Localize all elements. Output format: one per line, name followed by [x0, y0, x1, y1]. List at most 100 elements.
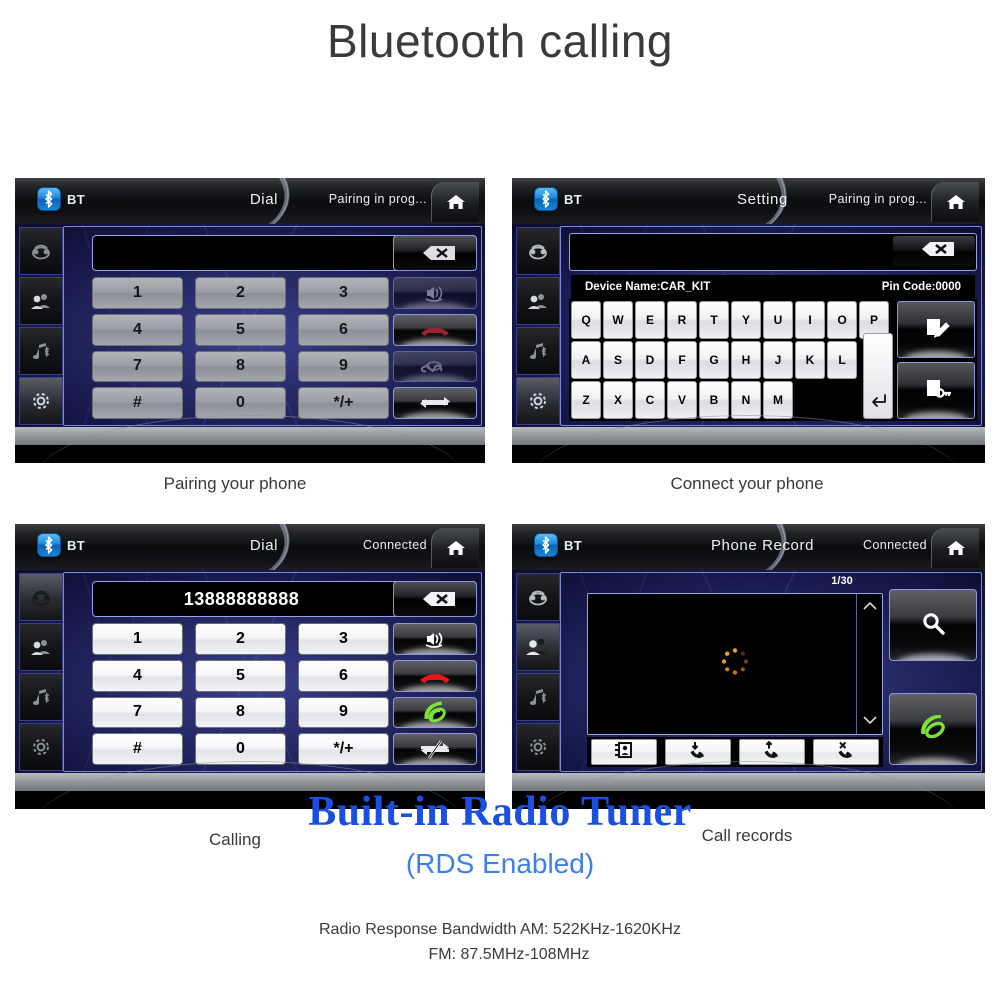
backspace-button[interactable] [893, 236, 975, 266]
kb-key[interactable]: C [635, 381, 665, 419]
scroll-down-icon[interactable] [862, 712, 878, 730]
keypad-key[interactable]: 0 [195, 733, 286, 765]
edit-device-name-button[interactable] [897, 301, 975, 358]
kb-key[interactable]: D [635, 341, 665, 379]
keypad-key[interactable]: 3 [298, 277, 389, 309]
sidebar-item-phone[interactable] [516, 573, 560, 621]
call-button[interactable] [393, 350, 477, 383]
header-bar: BT Phone Record Connected [512, 524, 985, 572]
sidebar-item-contacts[interactable] [19, 277, 63, 325]
keypad-key[interactable]: 9 [298, 696, 389, 729]
missed-call-tab[interactable] [813, 739, 879, 765]
enter-key[interactable] [863, 333, 893, 419]
backspace-button[interactable] [393, 235, 477, 271]
keypad-key[interactable]: */+ [298, 733, 389, 765]
kb-key[interactable]: T [699, 301, 729, 339]
keypad-key[interactable]: 2 [195, 623, 286, 655]
keypad-key[interactable]: 0 [195, 387, 286, 419]
sidebar-item-bt-audio[interactable] [19, 673, 63, 721]
keypad-key[interactable]: 4 [92, 313, 183, 346]
settings-gear-icon [30, 390, 52, 412]
home-icon [446, 539, 466, 557]
sidebar-item-contacts[interactable] [516, 277, 560, 325]
sidebar-item-contacts[interactable] [19, 623, 63, 671]
home-button[interactable] [431, 182, 479, 222]
keypad-key[interactable]: 6 [298, 659, 389, 692]
call-button[interactable] [889, 693, 977, 765]
hangup-button[interactable] [393, 659, 477, 692]
kb-key[interactable]: F [667, 341, 697, 379]
keypad-key[interactable]: 8 [195, 350, 286, 383]
keypad-key[interactable]: 7 [92, 696, 183, 729]
sidebar-item-bt-audio[interactable] [516, 673, 560, 721]
kb-key[interactable]: K [795, 341, 825, 379]
kb-key[interactable]: I [795, 301, 825, 339]
edit-pin-code-button[interactable] [897, 362, 975, 419]
keypad-key[interactable]: 6 [298, 313, 389, 346]
sidebar-item-settings[interactable] [516, 377, 560, 425]
sidebar-item-bt-audio[interactable] [516, 327, 560, 375]
kb-key[interactable]: Z [571, 381, 601, 419]
hangup-button[interactable] [393, 313, 477, 346]
sidebar-item-settings[interactable] [19, 377, 63, 425]
outgoing-call-tab[interactable] [739, 739, 805, 765]
call-record-list[interactable] [587, 593, 883, 735]
sidebar-item-settings[interactable] [516, 723, 560, 771]
sidebar-item-settings[interactable] [19, 723, 63, 771]
kb-key[interactable]: N [731, 381, 761, 419]
keypad-key[interactable]: 8 [195, 696, 286, 729]
kb-key[interactable]: E [635, 301, 665, 339]
keypad-key[interactable]: 5 [195, 659, 286, 692]
kb-key[interactable]: S [603, 341, 633, 379]
home-icon [946, 539, 966, 557]
keypad-key[interactable]: 1 [92, 623, 183, 655]
kb-key[interactable]: U [763, 301, 793, 339]
keypad-key[interactable]: # [92, 387, 183, 419]
kb-key[interactable]: J [763, 341, 793, 379]
home-button[interactable] [931, 182, 979, 222]
kb-key[interactable]: B [699, 381, 729, 419]
list-scrollbar[interactable] [856, 594, 882, 734]
home-button[interactable] [931, 528, 979, 568]
screen-body: 1/30 [512, 570, 985, 775]
keypad-key[interactable]: 5 [195, 313, 286, 346]
kb-key[interactable]: W [603, 301, 633, 339]
sidebar-item-phone[interactable] [19, 573, 63, 621]
keypad-key[interactable]: */+ [298, 387, 389, 419]
settings-gear-icon [527, 390, 549, 412]
keypad-key[interactable]: 4 [92, 659, 183, 692]
sidebar-item-phone[interactable] [19, 227, 63, 275]
kb-key[interactable]: L [827, 341, 857, 379]
nav-rail [19, 226, 63, 426]
kb-key[interactable]: O [827, 301, 857, 339]
kb-key[interactable]: A [571, 341, 601, 379]
keypad-key[interactable]: 3 [298, 623, 389, 655]
kb-key[interactable]: G [699, 341, 729, 379]
kb-key[interactable]: V [667, 381, 697, 419]
keypad-key[interactable]: 1 [92, 277, 183, 309]
keypad-key[interactable]: 7 [92, 350, 183, 383]
speaker-toggle-button[interactable] [393, 277, 477, 309]
home-button[interactable] [431, 528, 479, 568]
kb-key[interactable]: Q [571, 301, 601, 339]
speaker-toggle-button[interactable] [393, 623, 477, 655]
call-button[interactable] [393, 696, 477, 729]
keypad-key[interactable]: 9 [298, 350, 389, 383]
sidebar-item-phone[interactable] [516, 227, 560, 275]
sidebar-item-contacts[interactable] [516, 623, 560, 671]
transfer-mute-button[interactable] [393, 733, 477, 765]
keypad-key[interactable]: # [92, 733, 183, 765]
kb-key[interactable]: M [763, 381, 793, 419]
sidebar-item-bt-audio[interactable] [19, 327, 63, 375]
transfer-button[interactable] [393, 387, 477, 419]
kb-key[interactable]: X [603, 381, 633, 419]
kb-key[interactable]: H [731, 341, 761, 379]
kb-key[interactable]: R [667, 301, 697, 339]
phonebook-tab[interactable] [591, 739, 657, 765]
backspace-button[interactable] [393, 581, 477, 617]
search-button[interactable] [889, 589, 977, 661]
incoming-call-tab[interactable] [665, 739, 731, 765]
keypad-key[interactable]: 2 [195, 277, 286, 309]
scroll-up-icon[interactable] [862, 598, 878, 616]
kb-key[interactable]: Y [731, 301, 761, 339]
